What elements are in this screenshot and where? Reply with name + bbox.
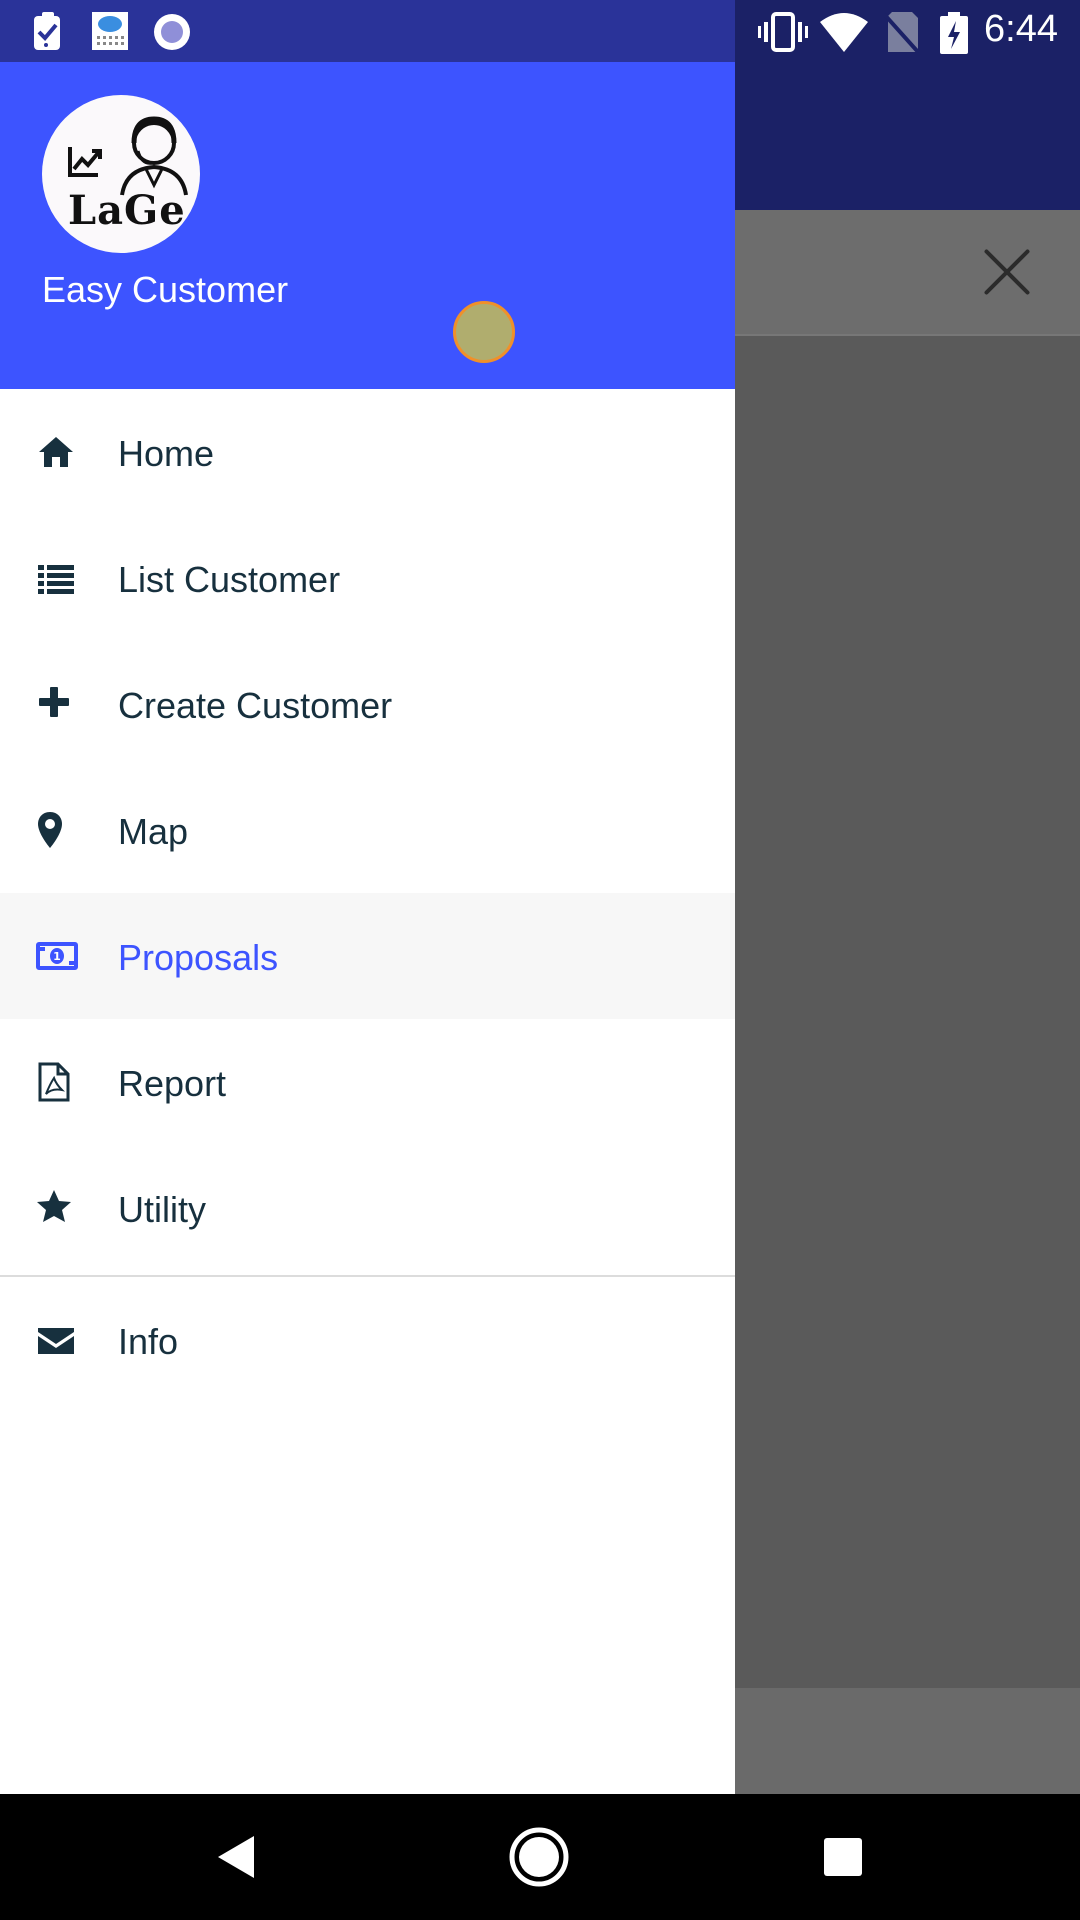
close-icon[interactable]: [980, 245, 1034, 299]
wifi-icon: [820, 13, 868, 52]
menu-item-label: Create Customer: [118, 685, 393, 726]
menu-item-label: Proposals: [118, 937, 279, 978]
drawer-header: LaGe Easy Customer: [0, 62, 735, 389]
vibrate-icon: [758, 12, 808, 52]
app-logo[interactable]: LaGe: [42, 95, 200, 253]
circle-app-icon: [154, 14, 190, 50]
navigation-drawer: LaGe Easy Customer Home List Customer Cr…: [0, 62, 735, 1794]
recents-icon[interactable]: [822, 1836, 864, 1878]
home-icon: [39, 437, 73, 467]
plus-icon: [39, 687, 69, 717]
menu-item-label: Map: [118, 811, 189, 852]
touch-indicator: [453, 301, 515, 363]
svg-text:1: 1: [53, 950, 61, 963]
money-bill-icon: 1: [36, 942, 78, 970]
menu-item-create-customer[interactable]: Create Customer: [0, 641, 735, 767]
app-name: Easy Customer: [42, 269, 289, 310]
back-icon[interactable]: [216, 1834, 256, 1880]
menu-item-map[interactable]: Map: [0, 767, 735, 893]
menu-item-label: Report: [118, 1063, 227, 1104]
status-bar: 6:44: [0, 0, 1080, 62]
menu-item-utility[interactable]: Utility: [0, 1145, 735, 1271]
cloud-weather-icon: [92, 12, 128, 50]
logo-text: LaGe: [68, 187, 186, 234]
pdf-file-icon: [38, 1062, 70, 1102]
menu-item-label: List Customer: [118, 559, 341, 600]
envelope-icon: [38, 1328, 74, 1354]
menu-item-label: Info: [118, 1321, 179, 1362]
status-time: 6:44: [984, 8, 1058, 50]
system-navigation-bar: [0, 1794, 1080, 1920]
menu-item-proposals[interactable]: 1 Proposals: [0, 893, 735, 1019]
menu-item-info[interactable]: Info: [0, 1277, 735, 1403]
menu-item-label: Utility: [118, 1189, 206, 1230]
drawer-menu: Home List Customer Create Customer Map 1…: [0, 389, 735, 1403]
menu-item-report[interactable]: Report: [0, 1019, 735, 1145]
menu-item-home[interactable]: Home: [0, 389, 735, 515]
map-pin-icon: [38, 812, 62, 848]
menu-item-list-customer[interactable]: List Customer: [0, 515, 735, 641]
battery-charging-icon: [940, 12, 968, 54]
no-sim-icon: [884, 12, 920, 52]
star-icon: [37, 1190, 71, 1222]
task-notification-icon: [34, 12, 60, 50]
home-circle-icon[interactable]: [508, 1826, 570, 1888]
menu-item-label: Home: [118, 433, 215, 474]
list-icon: [38, 565, 74, 594]
